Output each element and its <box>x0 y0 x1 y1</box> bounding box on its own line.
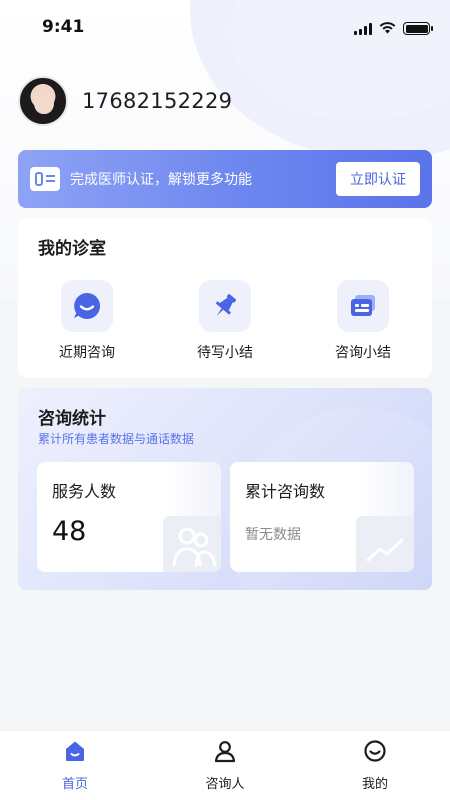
tab-label: 咨询人 <box>205 777 245 792</box>
signal-icon <box>354 22 372 35</box>
document-card-icon <box>337 280 389 332</box>
clinic-item-consult-summary[interactable]: 咨询小结 <box>294 280 432 362</box>
phone-number: 17682152229 <box>82 89 233 113</box>
clinic-items: 近期咨询 待写小结 咨询小结 <box>18 280 432 362</box>
wifi-icon <box>379 19 396 38</box>
consult-stats-card: 咨询统计 累计所有患者数据与通话数据 服务人数 48 累计咨询数 暂无数据 <box>18 388 432 590</box>
clinic-label: 待写小结 <box>197 345 253 361</box>
person-icon <box>213 739 237 767</box>
stat-served-count[interactable]: 服务人数 48 <box>37 462 221 572</box>
stat-label: 服务人数 <box>52 482 117 501</box>
bottom-tab-bar: 首页 咨询人 我的 <box>0 730 450 800</box>
status-icons <box>354 19 433 38</box>
stat-label: 累计咨询数 <box>245 482 326 501</box>
smile-icon <box>363 739 387 767</box>
my-clinic-card: 我的诊室 近期咨询 待写小结 咨询小结 <box>18 218 432 378</box>
tab-mine[interactable]: 我的 <box>300 731 450 800</box>
clinic-label: 近期咨询 <box>59 345 115 361</box>
battery-icon <box>403 22 433 35</box>
profile-header[interactable]: 17682152229 <box>18 76 232 126</box>
stat-total-consults[interactable]: 累计咨询数 暂无数据 <box>230 462 414 572</box>
tab-label: 首页 <box>61 777 88 792</box>
clinic-item-pending-summary[interactable]: 待写小结 <box>156 280 294 362</box>
stat-empty-text: 暂无数据 <box>245 527 301 543</box>
people-icon <box>163 516 221 572</box>
tab-home[interactable]: 首页 <box>0 731 150 800</box>
status-time: 9:41 <box>42 17 85 37</box>
home-icon <box>63 739 87 767</box>
clinic-label: 咨询小结 <box>335 345 391 361</box>
clinic-title: 我的诊室 <box>38 239 106 259</box>
trend-chart-icon <box>356 516 414 572</box>
tab-consultants[interactable]: 咨询人 <box>150 731 300 800</box>
status-bar: 9:41 <box>0 0 450 56</box>
clinic-item-recent-consult[interactable]: 近期咨询 <box>18 280 156 362</box>
stat-value: 48 <box>52 516 87 547</box>
certification-banner[interactable]: 完成医师认证，解锁更多功能 立即认证 <box>18 150 432 208</box>
banner-text: 完成医师认证，解锁更多功能 <box>70 172 252 188</box>
stats-subtitle: 累计所有患者数据与通话数据 <box>38 432 195 446</box>
stats-title: 咨询统计 <box>38 409 106 429</box>
id-card-icon <box>30 167 60 191</box>
avatar[interactable] <box>18 76 68 126</box>
chat-smile-icon <box>61 280 113 332</box>
certify-now-button[interactable]: 立即认证 <box>336 162 420 196</box>
tab-label: 我的 <box>361 777 388 792</box>
pushpin-icon <box>199 280 251 332</box>
